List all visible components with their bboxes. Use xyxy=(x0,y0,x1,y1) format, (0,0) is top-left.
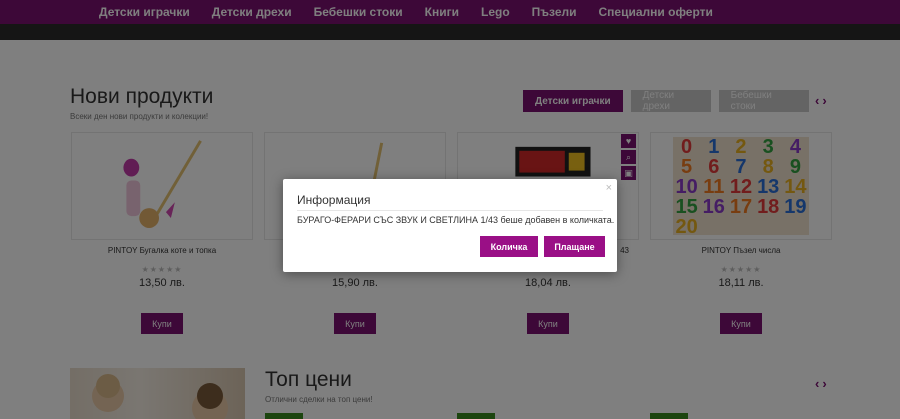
checkout-button[interactable]: Плащане xyxy=(544,236,605,257)
cart-button[interactable]: Количка xyxy=(480,236,538,257)
dialog-message: БУРАГО-ФЕРАРИ СЪС ЗВУК И СВЕТЛИНА 1/43 б… xyxy=(297,215,615,225)
dialog-title: Информация xyxy=(297,193,371,207)
dialog-divider xyxy=(297,210,603,211)
info-dialog: Информация × БУРАГО-ФЕРАРИ СЪС ЗВУК И СВ… xyxy=(283,179,617,272)
close-icon[interactable]: × xyxy=(606,182,612,194)
